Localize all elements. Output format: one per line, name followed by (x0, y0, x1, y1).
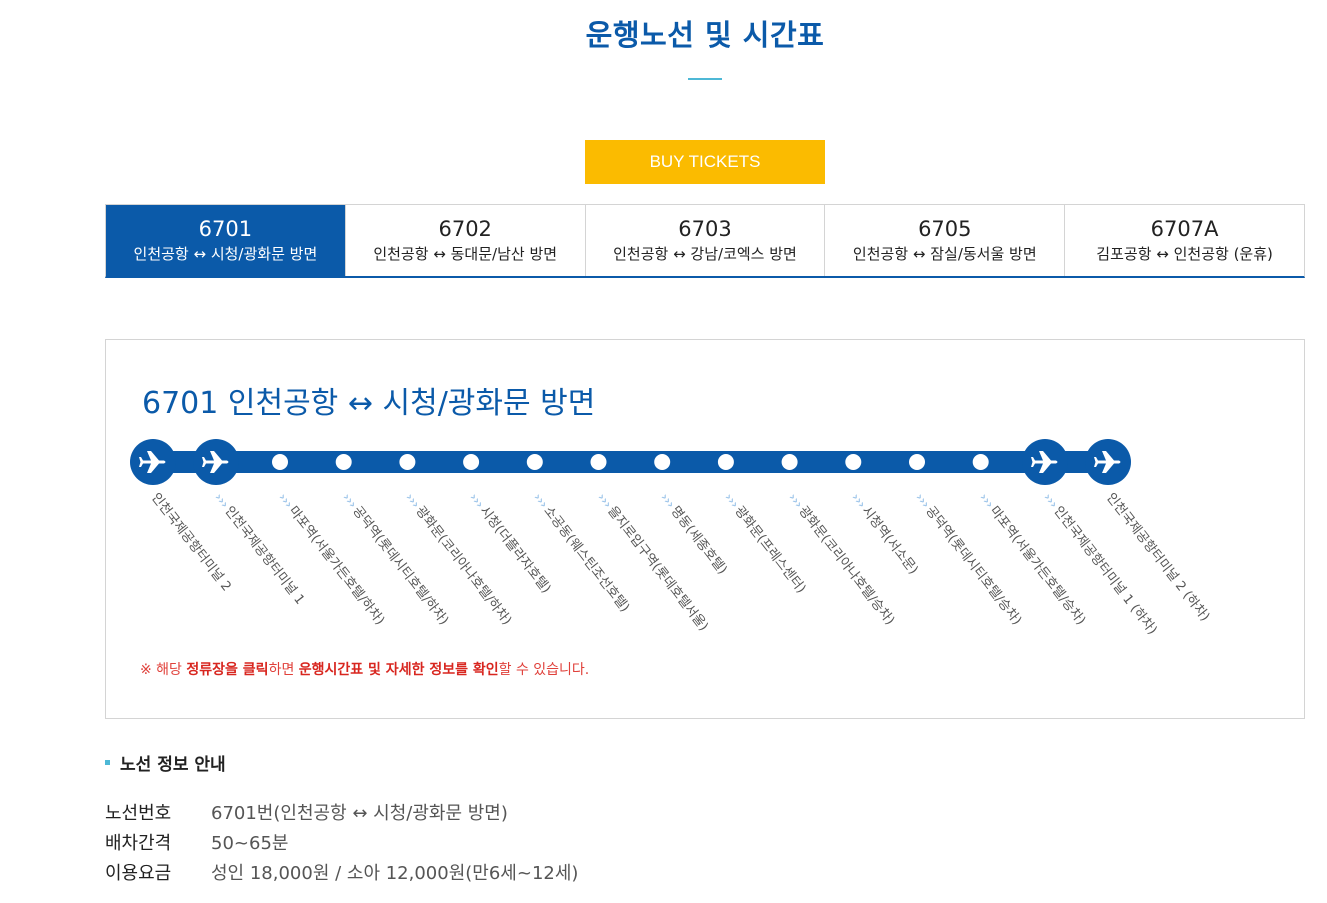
tab-route-3[interactable]: 6705 인천공항 ↔ 잠실/동서울 방면 (825, 205, 1066, 276)
airport-stop-marker[interactable] (130, 439, 176, 485)
tab-route-desc: 인천공항 ↔ 잠실/동서울 방면 (852, 244, 1037, 263)
bus-stop-marker[interactable] (335, 454, 352, 470)
info-label: 이용요금 (105, 863, 172, 884)
bus-stop-marker[interactable] (590, 454, 607, 470)
stop-dot (845, 454, 862, 470)
bus-stop-marker[interactable] (399, 454, 416, 470)
stop-dot (590, 454, 607, 470)
tab-route-1[interactable]: 6702 인천공항 ↔ 동대문/남산 방면 (345, 205, 586, 276)
route-info-rows: 노선번호 6701번(인천공항 ↔ 시청/광화문 방면) 배차간격 50~65분이용요… (105, 799, 578, 889)
square-bullet-icon (105, 760, 110, 765)
tab-route-desc: 김포공항 ↔ 인천공항 (운휴) (1096, 244, 1273, 263)
tab-route-4[interactable]: 6707A 김포공항 ↔ 인천공항 (운휴) (1065, 205, 1304, 276)
buy-tickets-button[interactable]: BUY TICKETS (585, 140, 825, 184)
notice-mid: 하면 (268, 662, 299, 678)
page: 운행노선 및 시간표 BUY TICKETS 6701 인천공항 ↔ 시청/광화문… (0, 0, 1327, 903)
stop-dot (526, 454, 543, 470)
stop-dot (781, 454, 798, 470)
info-row: 노선번호 6701번(인천공항 ↔ 시청/광화문 방면) (105, 799, 578, 829)
stop-dot (463, 454, 480, 470)
notice-prefix: ※ 해당 (140, 662, 187, 678)
route-map-panel: 6701 인천공항 ↔ 시청/광화문 방면 ※ 해당 정류장을 클릭하면 운행시… (105, 339, 1305, 719)
bus-stop-marker[interactable] (845, 454, 862, 470)
route-info-title: 노선 정보 안내 (105, 750, 578, 775)
tab-route-desc: 인천공항 ↔ 강남/코엑스 방면 (613, 244, 797, 263)
notice-suffix: 할 수 있습니다. (498, 662, 590, 678)
stop-dot (909, 454, 925, 470)
title-underline (688, 78, 722, 80)
stop-dot (272, 454, 288, 470)
bus-stop-marker[interactable] (781, 454, 798, 470)
info-row: 배차간격 50~65분 (105, 829, 578, 859)
bus-stop-marker[interactable] (972, 454, 989, 470)
bus-stop-marker[interactable] (717, 454, 734, 470)
bus-stop-marker[interactable] (463, 454, 480, 470)
stop-dot (717, 454, 734, 470)
info-row: 이용요금 성인 18,000원 / 소아 12,000원(만6세~12세) (105, 859, 578, 889)
info-value: 6701번(인천공항 ↔ 시청/광화문 방면) (211, 803, 508, 824)
click-notice: ※ 해당 정류장을 클릭하면 운행시간표 및 자세한 정보를 확인할 수 있습니… (140, 659, 589, 679)
bus-stop-marker[interactable] (526, 454, 543, 470)
bus-stop-marker[interactable] (272, 454, 288, 470)
route-line-bar (153, 451, 1108, 473)
tab-route-number: 6703 (678, 216, 732, 241)
tab-route-number: 6705 (918, 216, 972, 241)
info-label: 노선번호 (105, 803, 172, 824)
page-title: 운행노선 및 시간표 (585, 18, 825, 52)
bus-stop-marker[interactable] (909, 454, 925, 470)
notice-bold-stop-click: 정류장을 클릭 (186, 662, 269, 678)
route-tabs: 6701 인천공항 ↔ 시청/광화문 방면 6702 인천공항 ↔ 동대문/남산 방면… (105, 204, 1305, 278)
airport-stop-marker[interactable] (1085, 439, 1131, 485)
route-info-section: 노선 정보 안내 노선번호 6701번(인천공항 ↔ 시청/광화문 방면) 배차간격… (105, 750, 578, 889)
bus-stop-marker[interactable] (654, 454, 671, 470)
tab-route-desc: 인천공항 ↔ 시청/광화문 방면 (133, 244, 318, 263)
tab-route-0[interactable]: 6701 인천공항 ↔ 시청/광화문 방면 (106, 205, 346, 276)
stop-dot (654, 454, 671, 470)
airport-stop-marker[interactable] (193, 439, 239, 485)
tab-route-number: 6702 (438, 216, 492, 241)
stop-dot (972, 454, 989, 470)
info-value: 50~65분 (211, 833, 289, 854)
tab-route-2[interactable]: 6703 인천공항 ↔ 강남/코엑스 방면 (585, 205, 826, 276)
info-value: 성인 18,000원 / 소아 12,000원(만6세~12세) (211, 863, 579, 884)
tab-route-number: 6707A (1150, 216, 1219, 241)
stop-dot (399, 454, 416, 470)
tab-route-number: 6701 (198, 216, 253, 241)
stop-dot (335, 454, 352, 470)
notice-bold-timetable: 운행시간표 및 자세한 정보를 확인 (298, 662, 499, 678)
tab-route-desc: 인천공항 ↔ 동대문/남산 방면 (373, 244, 558, 263)
route-info-title-text: 노선 정보 안내 (120, 755, 226, 775)
info-label: 배차간격 (105, 833, 172, 854)
airport-stop-marker[interactable] (1022, 439, 1068, 485)
